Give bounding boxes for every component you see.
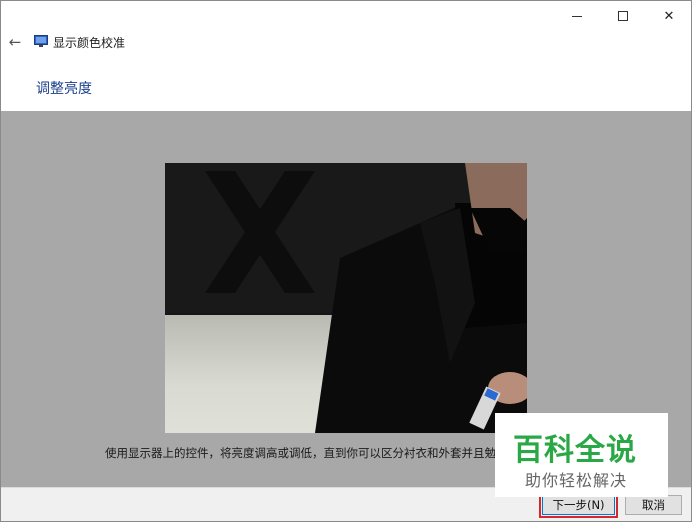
watermark-title: 百科全说 [513,433,637,468]
nav-row: ← 显示颜色校准 [1,29,691,55]
title-bar: ✕ [1,1,691,31]
instruction-text: 使用显示器上的控件，将亮度调高或调低，直到你可以区分衬衣和外套并且勉 [105,446,496,460]
back-button[interactable]: ← [5,32,25,52]
maximize-button[interactable] [600,1,646,31]
watermark-logo: 百科全说 助你轻松解决 [495,413,668,497]
calibration-window: ✕ ← 显示颜色校准 调整亮度 使用显示器上的控件，将亮度调高或调低，直到你可以… [0,0,692,522]
minimize-button[interactable] [554,1,600,31]
watermark-subtitle: 助你轻松解决 [525,471,628,490]
minimize-icon [572,15,582,17]
maximize-icon [618,11,628,21]
cancel-button[interactable]: 取消 [625,495,682,515]
monitor-icon [34,35,48,47]
close-button[interactable]: ✕ [646,1,692,31]
back-arrow-icon: ← [8,33,22,51]
page-heading: 调整亮度 [36,81,92,97]
app-title: 显示颜色校准 [53,36,126,50]
man-in-suit-illustration [205,163,527,433]
next-button[interactable]: 下一步(N) [539,492,618,518]
close-icon: ✕ [663,8,675,24]
brightness-sample-image [165,163,527,433]
